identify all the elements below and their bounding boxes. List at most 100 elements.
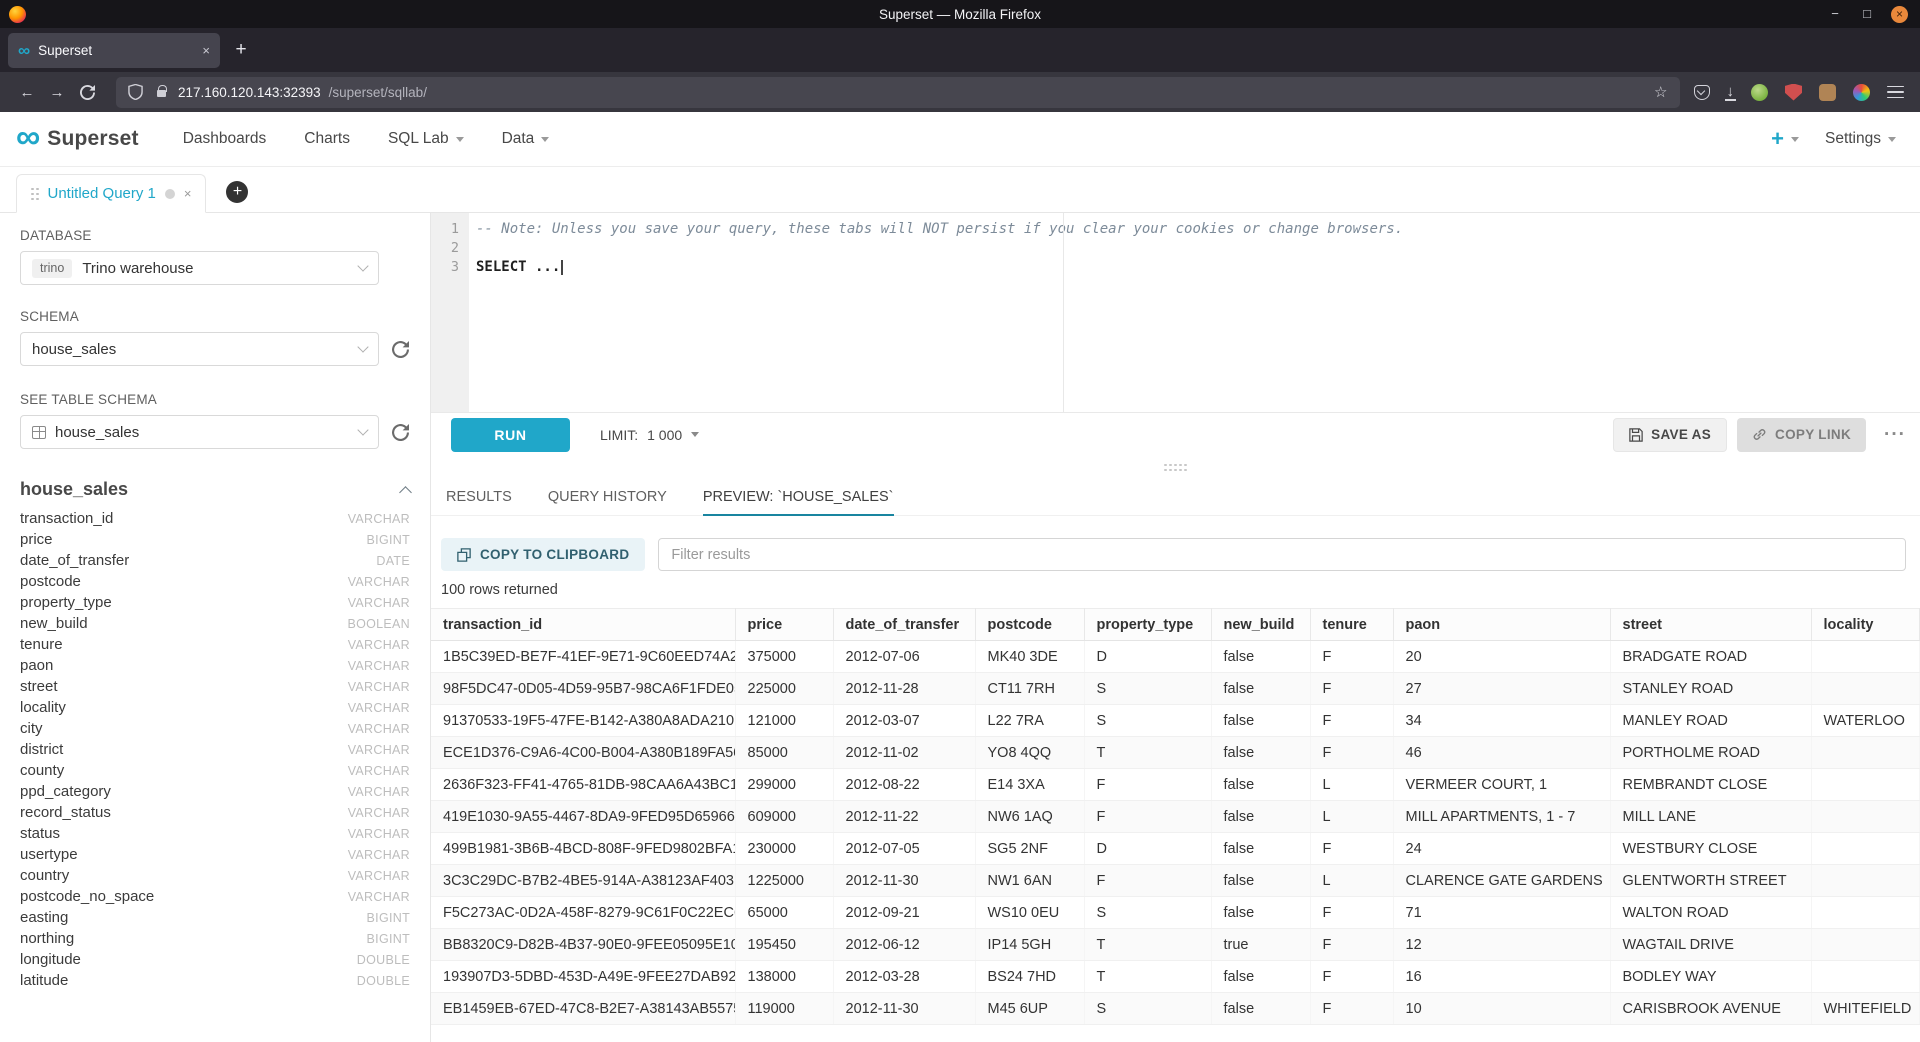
back-button[interactable]: ←: [12, 78, 42, 106]
table-cell: 10: [1393, 993, 1610, 1025]
column-name: northing: [20, 930, 74, 947]
nav-item-charts[interactable]: Charts: [304, 130, 350, 148]
copy-link-button[interactable]: COPY LINK: [1737, 418, 1866, 452]
minimize-button[interactable]: −: [1827, 6, 1843, 22]
bookmark-star-icon[interactable]: ☆: [1654, 83, 1667, 101]
schema-column: eastingBIGINT: [20, 907, 410, 928]
table-cell: WAGTAIL DRIVE: [1610, 929, 1811, 961]
superset-logo[interactable]: ∞ Superset: [16, 124, 139, 154]
column-header[interactable]: price: [735, 609, 833, 641]
nav-item-data[interactable]: Data: [502, 130, 550, 148]
schema-select[interactable]: house_sales: [20, 332, 379, 366]
table-cell: NW6 1AQ: [975, 801, 1084, 833]
table-cell: NW1 6AN: [975, 865, 1084, 897]
results-tab-query-history[interactable]: QUERY HISTORY: [548, 478, 667, 515]
table-cell: 2012-03-07: [833, 705, 975, 737]
editor-gutter: 1 2 3: [431, 213, 469, 412]
results-tab-preview-house-sales[interactable]: PREVIEW: `HOUSE_SALES`: [703, 478, 894, 515]
table-cell: F: [1310, 737, 1393, 769]
more-options-icon[interactable]: ···: [1884, 424, 1906, 446]
column-header[interactable]: paon: [1393, 609, 1610, 641]
database-label: DATABASE: [20, 228, 410, 243]
results-actions: COPY TO CLIPBOARD: [441, 538, 1906, 571]
table-cell: S: [1084, 673, 1211, 705]
column-name: record_status: [20, 804, 111, 821]
table-cell: F5C273AC-0D2A-458F-8279-9C61F0C22EC6: [431, 897, 735, 929]
table-cell: D: [1084, 833, 1211, 865]
save-as-button[interactable]: SAVE AS: [1613, 418, 1727, 452]
table-cell: false: [1211, 705, 1310, 737]
url-bar[interactable]: 217.160.120.143:32393 /superset/sqllab/ …: [116, 77, 1680, 108]
table-cell: L: [1310, 865, 1393, 897]
schema-column: usertypeVARCHAR: [20, 844, 410, 865]
query-tab-close-icon[interactable]: ×: [184, 186, 192, 201]
column-header[interactable]: date_of_transfer: [833, 609, 975, 641]
table-cell: D: [1084, 641, 1211, 673]
table-select[interactable]: house_sales: [20, 415, 379, 449]
table-cell: S: [1084, 897, 1211, 929]
new-tab-button[interactable]: +: [226, 35, 256, 65]
run-button[interactable]: RUN: [451, 418, 570, 452]
firefox-logo-icon[interactable]: [9, 6, 26, 23]
drag-handle-icon[interactable]: [31, 188, 34, 191]
table-name: house_sales: [20, 479, 128, 500]
refresh-schema-icon[interactable]: [392, 341, 409, 358]
table-row: 193907D3-5DBD-453D-A49E-9FEE27DAB9261380…: [431, 961, 1920, 993]
column-type: VARCHAR: [348, 701, 410, 715]
table-cell: 2012-11-30: [833, 865, 975, 897]
forward-button[interactable]: →: [42, 78, 72, 106]
table-cell: false: [1211, 961, 1310, 993]
nav-item-dashboards[interactable]: Dashboards: [183, 130, 267, 148]
line-number: 2: [431, 239, 459, 258]
database-select[interactable]: trino Trino warehouse: [20, 251, 379, 285]
limit-dropdown[interactable]: LIMIT: 1 000: [600, 427, 699, 443]
column-header[interactable]: transaction_id: [431, 609, 735, 641]
chevron-up-icon[interactable]: [399, 486, 412, 499]
table-cell: F: [1310, 673, 1393, 705]
menu-icon[interactable]: [1887, 86, 1904, 99]
add-query-tab-button[interactable]: +: [226, 181, 248, 203]
table-cell: [1811, 641, 1920, 673]
refresh-table-icon[interactable]: [392, 424, 409, 441]
reload-button[interactable]: [72, 78, 102, 106]
maximize-button[interactable]: □: [1859, 6, 1875, 22]
browser-tab[interactable]: ∞ Superset ×: [8, 33, 220, 68]
column-header[interactable]: new_build: [1211, 609, 1310, 641]
tracking-shield-icon[interactable]: [128, 84, 143, 100]
extension-icon[interactable]: [1785, 84, 1802, 101]
column-header[interactable]: street: [1610, 609, 1811, 641]
pocket-icon[interactable]: [1694, 85, 1710, 100]
close-button[interactable]: ×: [1891, 6, 1908, 23]
sql-editor[interactable]: 1 2 3 -- Note: Unless you save your quer…: [431, 213, 1920, 413]
schema-column: cityVARCHAR: [20, 718, 410, 739]
lock-icon[interactable]: [157, 90, 166, 97]
nav-item-sql-lab[interactable]: SQL Lab: [388, 130, 464, 148]
table-cell: 12: [1393, 929, 1610, 961]
query-tab-active[interactable]: Untitled Query 1 ×: [16, 174, 206, 213]
settings-menu[interactable]: Settings: [1825, 130, 1896, 148]
table-cell: 299000: [735, 769, 833, 801]
download-icon[interactable]: ↓: [1727, 84, 1735, 101]
copy-to-clipboard-button[interactable]: COPY TO CLIPBOARD: [441, 538, 645, 571]
column-header[interactable]: tenure: [1310, 609, 1393, 641]
editor-code[interactable]: -- Note: Unless you save your query, the…: [469, 213, 1920, 412]
extension-icon[interactable]: [1819, 84, 1836, 101]
table-cell: false: [1211, 673, 1310, 705]
extension-icon[interactable]: [1751, 84, 1768, 101]
filter-results-input[interactable]: [658, 538, 1906, 571]
extension-icon[interactable]: [1853, 84, 1870, 101]
new-item-button[interactable]: +: [1771, 126, 1799, 152]
tab-close-icon[interactable]: ×: [202, 43, 210, 58]
table-schema-header[interactable]: house_sales: [20, 479, 410, 500]
column-header[interactable]: locality: [1811, 609, 1920, 641]
splitter-dots-icon: [1164, 464, 1167, 467]
table-row: F5C273AC-0D2A-458F-8279-9C61F0C22EC66500…: [431, 897, 1920, 929]
column-header[interactable]: postcode: [975, 609, 1084, 641]
column-header[interactable]: property_type: [1084, 609, 1211, 641]
table-row: 98F5DC47-0D05-4D59-95B7-98CA6F1FDE052250…: [431, 673, 1920, 705]
table-cell: true: [1211, 929, 1310, 961]
column-name: tenure: [20, 636, 63, 653]
pane-splitter[interactable]: [431, 456, 1920, 478]
results-tab-results[interactable]: RESULTS: [446, 478, 512, 515]
table-cell: 1B5C39ED-BE7F-41EF-9E71-9C60EED74A22: [431, 641, 735, 673]
